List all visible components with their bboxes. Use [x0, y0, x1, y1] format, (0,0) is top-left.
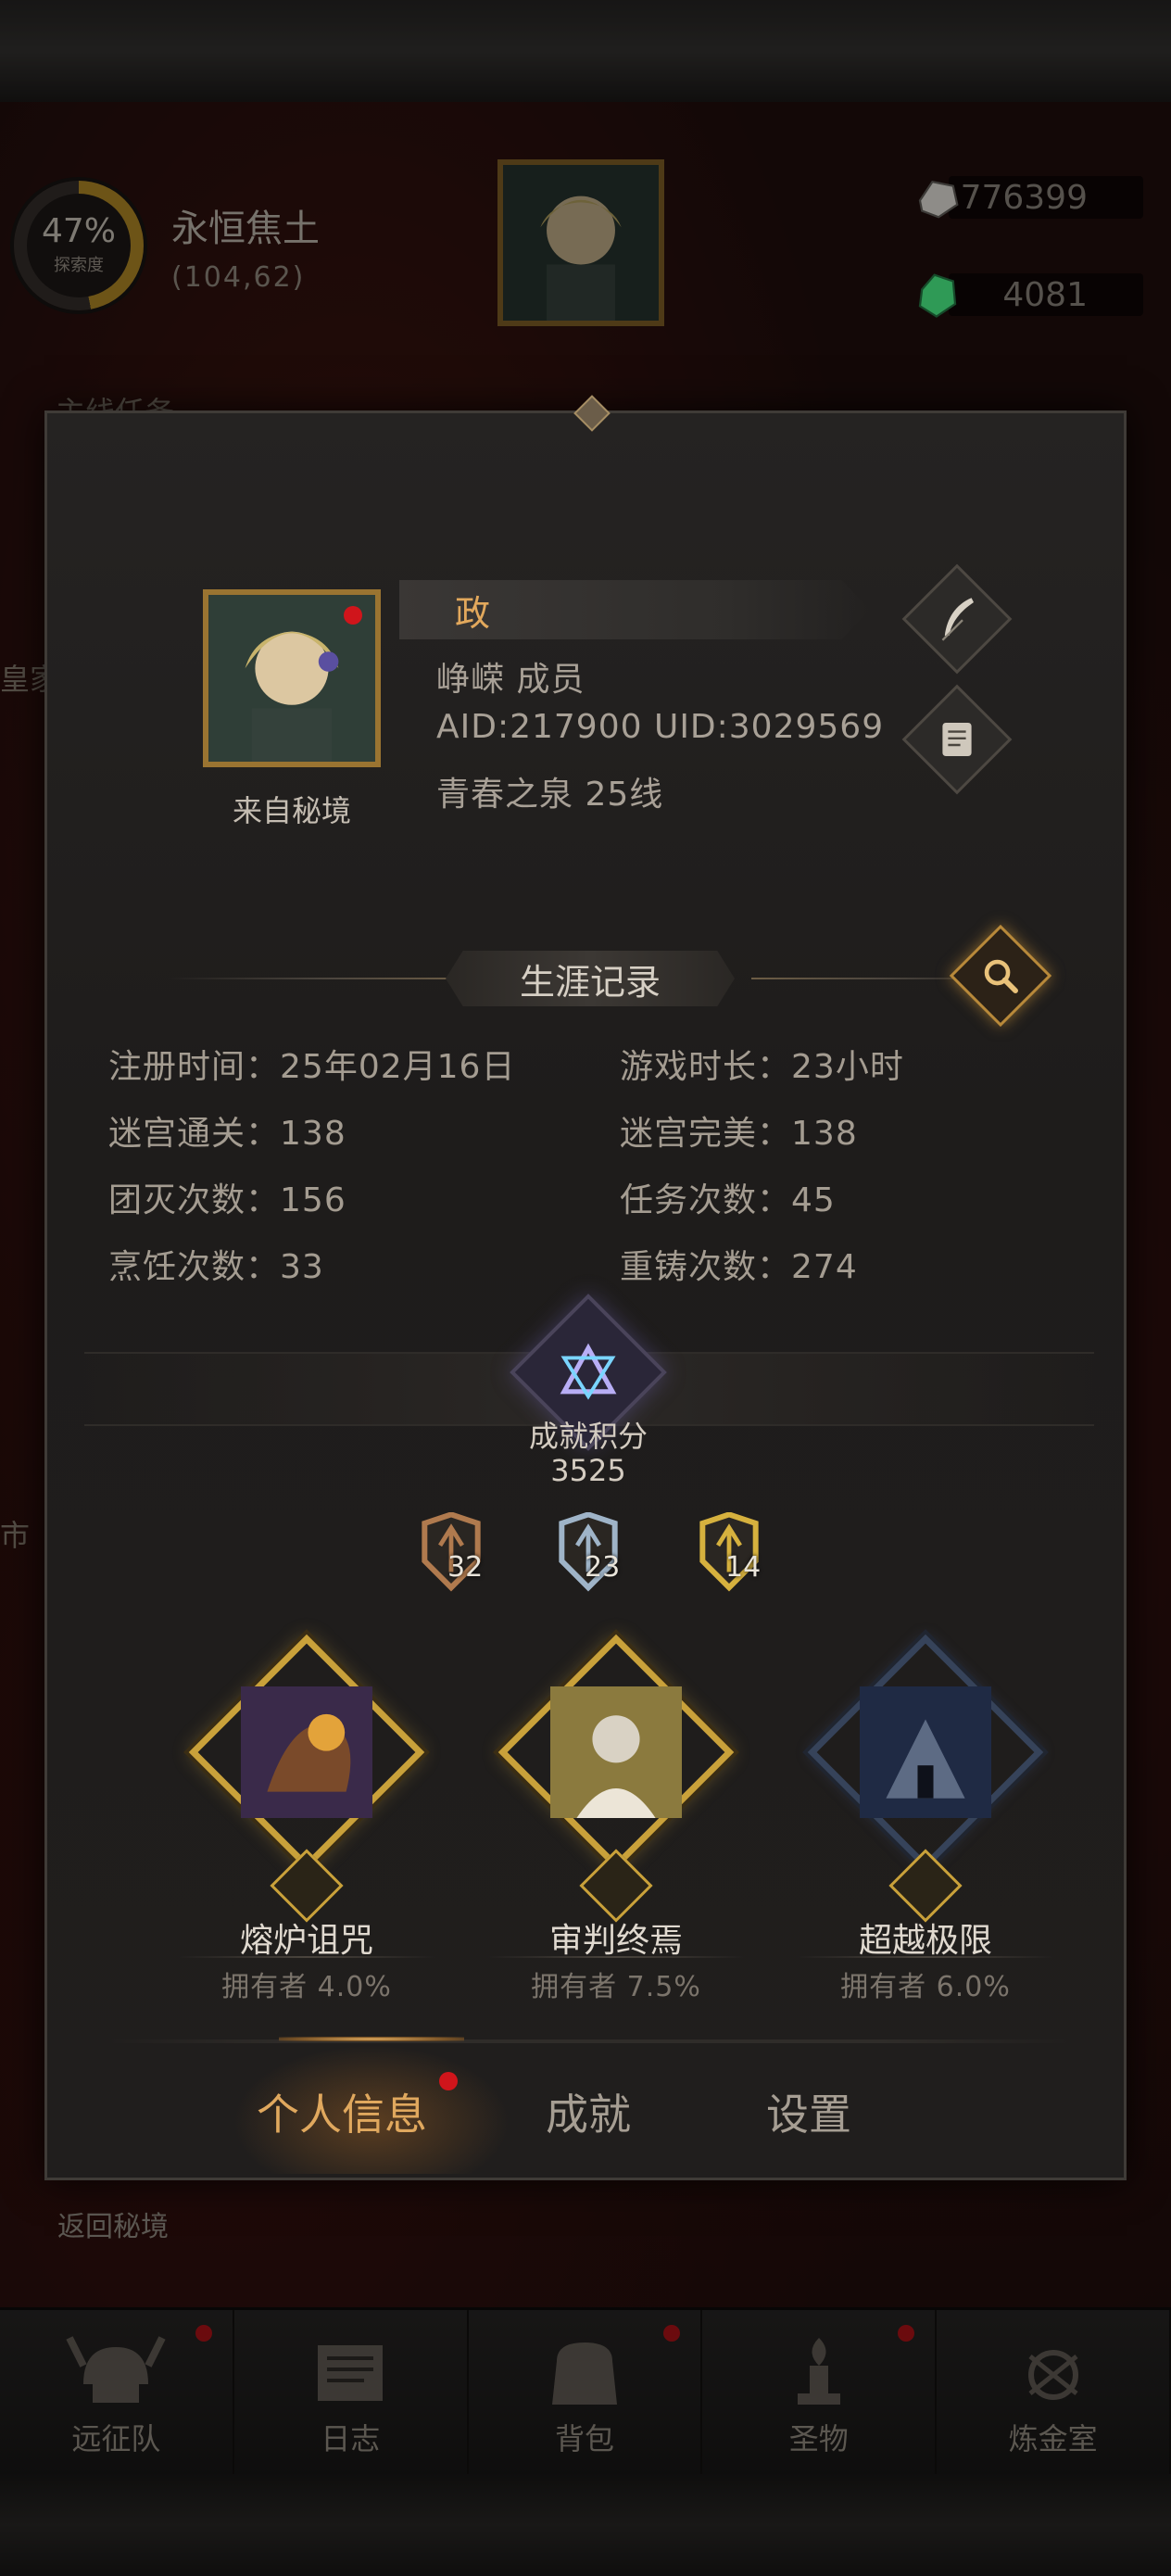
stat-row: 烹饪次数：33 [108, 1240, 324, 1288]
achievement-label: 成就积分 [528, 1419, 648, 1454]
stat-row: 迷宫通关：138 [108, 1106, 346, 1155]
quill-icon [941, 598, 974, 641]
stat-label: 烹饪次数： [108, 1248, 281, 1286]
medal-gold[interactable]: 14 [696, 1511, 798, 1596]
badge-title: 超越极限 [858, 1922, 992, 1960]
badge-medal-icon [888, 1849, 963, 1923]
player-name: 政 [399, 580, 870, 639]
stat-label: 迷宫通关： [108, 1115, 281, 1153]
player-ids: AID:217900 UID:3029569 [436, 708, 885, 746]
tab-notification-dot [439, 2072, 458, 2090]
stat-label: 迷宫完美： [620, 1115, 792, 1153]
copy-id-button[interactable] [901, 684, 1013, 795]
badge-art-icon [860, 1686, 991, 1818]
badge-medal-icon [579, 1849, 653, 1923]
stat-label: 注册时间： [108, 1048, 281, 1086]
avatar-notification-dot [344, 606, 362, 625]
medal-bronze[interactable]: 32 [418, 1511, 520, 1596]
stat-value: 25年02月16日 [280, 1048, 516, 1086]
medal-silver[interactable]: 23 [555, 1511, 657, 1596]
stat-row: 注册时间：25年02月16日 [108, 1040, 515, 1088]
stat-label: 任务次数： [620, 1181, 792, 1219]
tab-1[interactable]: 成就 [546, 2081, 631, 2142]
tab-indicator [279, 2037, 464, 2041]
stat-row: 团灭次数：156 [108, 1173, 346, 1221]
career-title: 生涯记录 [446, 951, 735, 1006]
badge-art-icon [550, 1686, 682, 1818]
badge-owners: 拥有者 4.0% [221, 1971, 392, 2003]
stat-row: 迷宫完美：138 [620, 1106, 858, 1155]
stat-row: 游戏时长：23小时 [620, 1040, 904, 1088]
badge-owners: 拥有者 6.0% [840, 1971, 1011, 2003]
tab-0[interactable]: 个人信息 [257, 2081, 427, 2142]
magnifier-icon [984, 959, 1018, 993]
badge-frame [497, 1634, 735, 1871]
badge-frame [188, 1634, 425, 1871]
green-gem-icon [918, 273, 957, 318]
badge-title: 熔炉诅咒 [239, 1922, 373, 1960]
server-info: 青春之泉 25线 [436, 776, 664, 814]
stat-value: 33 [280, 1248, 324, 1286]
tabs-divider [103, 2039, 1076, 2043]
tab-2[interactable]: 设置 [766, 2081, 851, 2142]
medal-count: 14 [725, 1551, 762, 1584]
portrait-caption: 来自秘境 [232, 793, 351, 828]
stat-value: 138 [791, 1115, 858, 1153]
stat-label: 重铸次数： [620, 1248, 792, 1286]
edit-name-button[interactable] [901, 563, 1013, 675]
medal-count: 32 [447, 1551, 484, 1584]
silver-ore-icon [918, 180, 959, 219]
stat-value: 45 [791, 1181, 836, 1219]
triangle-star-icon [560, 1343, 617, 1400]
stat-value: 138 [280, 1115, 346, 1153]
medal-count: 23 [585, 1551, 621, 1584]
stat-label: 游戏时长： [620, 1048, 792, 1086]
stat-row: 重铸次数：274 [620, 1240, 858, 1288]
stat-value: 274 [791, 1248, 858, 1286]
stat-row: 任务次数：45 [620, 1173, 836, 1221]
guild-info: 峥嵘 成员 [436, 661, 586, 699]
badge-owners: 拥有者 7.5% [531, 1971, 701, 2003]
scroll-icon [942, 723, 972, 756]
profile-avatar[interactable] [203, 589, 381, 767]
achievement-score: 3525 [550, 1453, 626, 1488]
stat-value: 156 [280, 1181, 346, 1219]
badge-medal-icon [270, 1849, 344, 1923]
badge-title: 审判终焉 [548, 1922, 683, 1960]
badge-frame [807, 1634, 1044, 1871]
stat-value: 23小时 [791, 1048, 904, 1086]
search-player-button[interactable] [949, 924, 1052, 1028]
badge-art-icon [241, 1686, 372, 1818]
stat-label: 团灭次数： [108, 1181, 281, 1219]
profile-modal: 来自秘境 政 峥嵘 成员 AID:217900 UID:3029569 青春之泉… [44, 395, 1127, 2180]
